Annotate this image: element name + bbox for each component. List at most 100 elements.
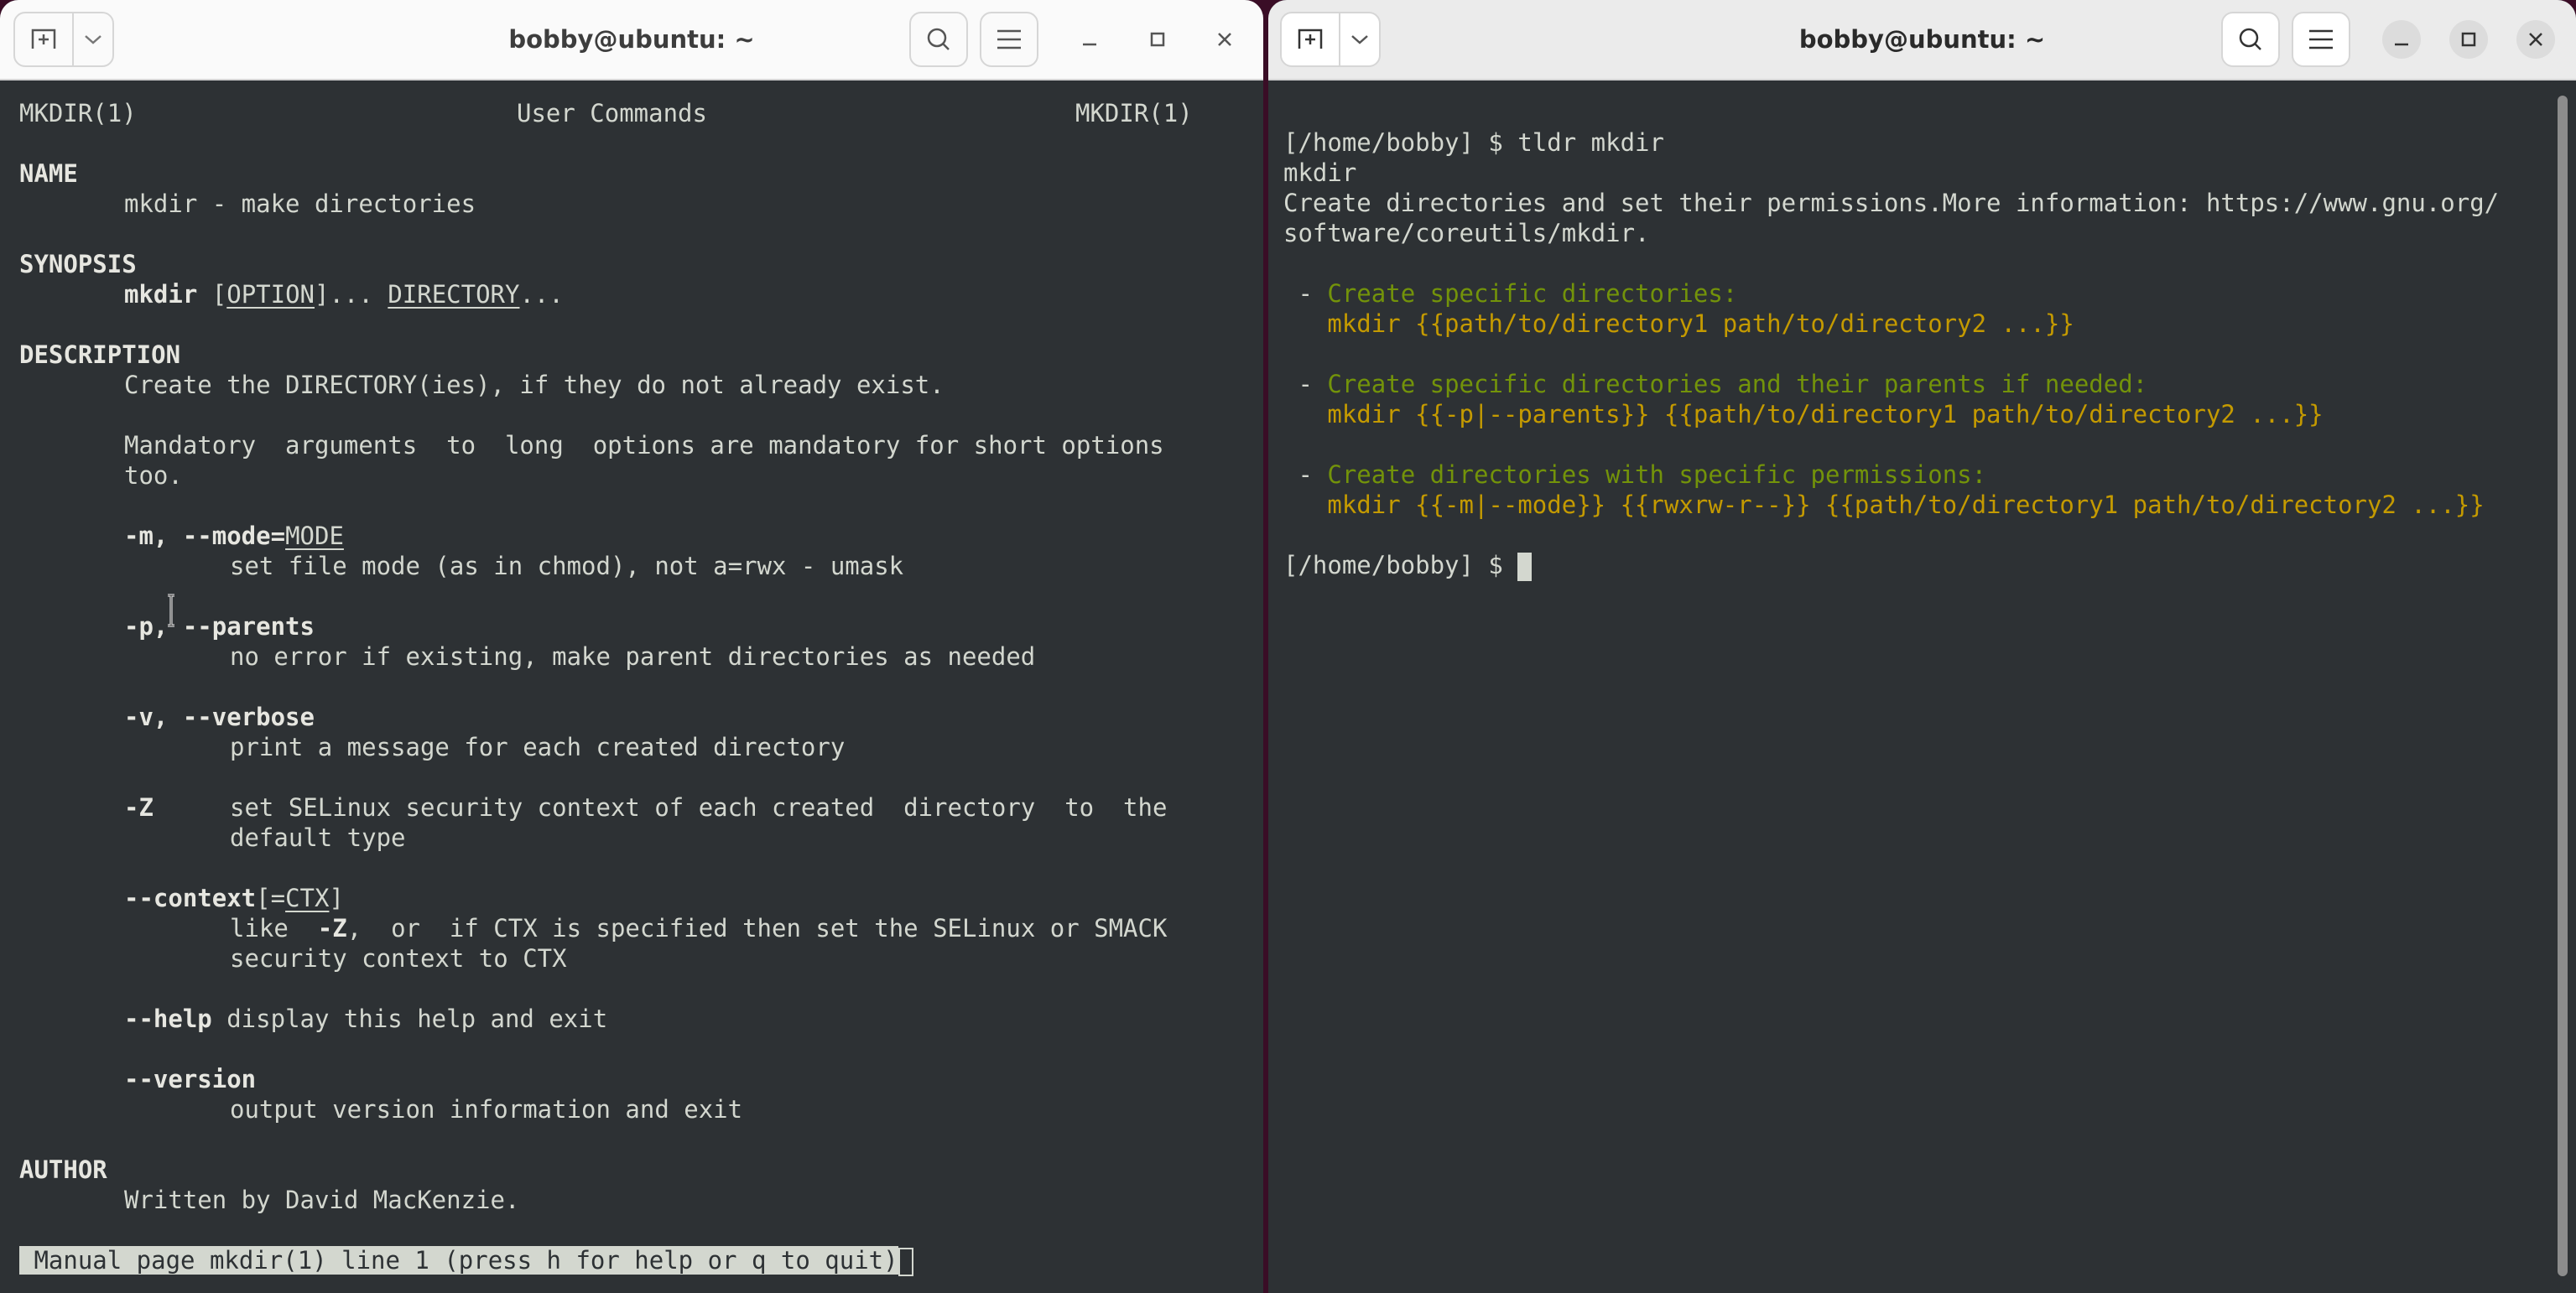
- search-icon: [2237, 26, 2264, 53]
- search-button[interactable]: [2221, 12, 2280, 67]
- scrollbar[interactable]: [2558, 96, 2568, 1276]
- close-icon: [1217, 32, 1232, 47]
- bullet-dash: -: [1283, 370, 1328, 398]
- option-mode-arg: MODE: [285, 522, 344, 550]
- search-button[interactable]: [909, 12, 968, 67]
- headerbar: bobby@ubuntu: ~: [0, 0, 1263, 80]
- option-parents-flag: -p, --parents: [124, 612, 315, 641]
- new-tab-icon: [1297, 29, 1324, 50]
- option-z-desc: default type: [230, 823, 406, 852]
- option-context-desc-text: , or if CTX is specified then set the SE…: [346, 914, 1168, 942]
- hamburger-menu-icon: [2308, 29, 2334, 49]
- option-parents-desc: no error if existing, make parent direct…: [230, 642, 1036, 671]
- synopsis-bracket-close: ]...: [315, 280, 373, 309]
- synopsis-option: OPTION: [226, 280, 315, 309]
- option-version-flag: --version: [124, 1065, 257, 1093]
- maximize-icon: [2461, 32, 2476, 47]
- window-title: bobby@ubuntu: ~: [1798, 25, 2046, 54]
- terminal-content[interactable]: [/home/bobby] $ tldr mkdir mkdir Create …: [1268, 80, 2576, 1293]
- option-context-close: ]: [329, 884, 344, 912]
- example-description-text: Create specific directories and their pa…: [1327, 370, 2148, 398]
- tldr-description: software/coreutils/mkdir.: [1283, 219, 1650, 247]
- maximize-button[interactable]: [2449, 20, 2488, 59]
- menu-button[interactable]: [980, 12, 1038, 67]
- option-context-arg: CTX: [285, 884, 330, 912]
- terminal-content[interactable]: MKDIR(1) User Commands MKDIR(1) NAME mkdir…: [0, 80, 1263, 1293]
- author-text: Written by David MacKenzie.: [124, 1186, 520, 1214]
- hamburger-menu-icon: [997, 29, 1022, 49]
- headerbar: bobby@ubuntu: ~: [1268, 0, 2576, 80]
- tldr-example-command: mkdir {{-p|--parents}} {{path/to/directo…: [1283, 400, 2324, 428]
- minimize-button[interactable]: [2382, 20, 2421, 59]
- tldr-example-description: - Create specific directories:: [1283, 278, 1737, 309]
- synopsis-tail: ...: [519, 280, 564, 309]
- option-verbose-desc: print a message for each created directo…: [230, 733, 846, 761]
- tldr-example-command: mkdir {{path/to/directory1 path/to/direc…: [1283, 309, 2074, 338]
- new-tab-button[interactable]: [15, 13, 74, 65]
- man-header-left: MKDIR(1): [19, 99, 137, 127]
- maximize-icon: [1150, 32, 1165, 47]
- option-context-open: [=: [256, 884, 286, 912]
- option-z-flag: -Z: [124, 793, 154, 822]
- section-heading-description: DESCRIPTION: [19, 340, 181, 369]
- new-tab-button[interactable]: [1282, 13, 1340, 65]
- option-context-desc-text: like: [230, 914, 318, 942]
- maximize-button[interactable]: [1138, 20, 1177, 59]
- name-text: mkdir - make directories: [124, 190, 476, 218]
- section-heading-synopsis: SYNOPSIS: [19, 250, 137, 278]
- minimize-icon: [1082, 32, 1097, 47]
- mouse-ibeam-cursor-icon: [165, 594, 177, 627]
- shell-prompt: [/home/bobby] $: [1283, 551, 1518, 579]
- terminal-window-man: bobby@ubuntu: ~ MKDIR(1) User Commands M…: [0, 0, 1263, 1293]
- close-button[interactable]: [2516, 20, 2555, 59]
- description-line: Mandatory arguments to long options are …: [124, 431, 1164, 460]
- shell-prompt: [/home/bobby] $: [1283, 128, 1518, 157]
- minimize-button[interactable]: [1070, 20, 1109, 59]
- option-verbose-flag: -v, --verbose: [124, 703, 315, 731]
- new-tab-dropdown-button[interactable]: [1340, 13, 1379, 65]
- option-help-desc: display this help and exit: [211, 1005, 608, 1033]
- example-description-text: Create specific directories:: [1327, 279, 1738, 308]
- chevron-down-icon: [84, 34, 102, 45]
- option-context-flag-text: --context: [124, 884, 257, 912]
- command-line: [/home/bobby] $ tldr mkdir: [1283, 127, 1664, 158]
- bullet-dash: -: [1283, 279, 1328, 308]
- man-header-right: MKDIR(1): [1075, 99, 1193, 127]
- tldr-description: Create directories and set their permiss…: [1283, 189, 2500, 217]
- tldr-example-description: - Create directories with specific permi…: [1283, 460, 1986, 490]
- tldr-example-description: - Create specific directories and their …: [1283, 369, 2147, 399]
- new-tab-dropdown-button[interactable]: [74, 13, 112, 65]
- synopsis-command: mkdir: [124, 280, 198, 309]
- section-heading-author: AUTHOR: [19, 1155, 107, 1184]
- man-header-center: User Commands: [517, 99, 707, 127]
- text-cursor: [1517, 553, 1533, 581]
- menu-button[interactable]: [2292, 12, 2350, 67]
- synopsis-bracket-open: [: [211, 280, 227, 309]
- option-version-desc: output version information and exit: [230, 1095, 743, 1124]
- close-button[interactable]: [1205, 20, 1244, 59]
- synopsis-line: mkdir [OPTION]... DIRECTORY...: [124, 279, 564, 309]
- option-context-flag: --context[=CTX]: [124, 883, 344, 913]
- tldr-page-title: mkdir: [1283, 158, 1357, 187]
- description-line: too.: [124, 461, 183, 490]
- option-context-desc: like -Z, or if CTX is specified then set…: [230, 913, 1167, 943]
- man-header: MKDIR(1) User Commands MKDIR(1): [19, 98, 1193, 128]
- option-context-desc-flag: -Z: [317, 914, 347, 942]
- new-tab-split-button: [13, 12, 114, 67]
- option-help-flag: --help: [124, 1005, 212, 1033]
- option-z-desc: set SELinux security context of each cre…: [230, 793, 1168, 822]
- entered-command: tldr mkdir: [1517, 128, 1664, 157]
- description-line: Create the DIRECTORY(ies), if they do no…: [124, 371, 945, 399]
- section-heading-name: NAME: [19, 159, 78, 188]
- current-prompt-line[interactable]: [/home/bobby] $: [1283, 550, 1533, 581]
- chevron-down-icon: [1350, 34, 1369, 45]
- close-icon: [2528, 32, 2543, 47]
- search-icon: [925, 26, 952, 53]
- new-tab-icon: [30, 29, 57, 50]
- new-tab-split-button: [1280, 12, 1381, 67]
- pager-status-text: Manual page mkdir(1) line 1 (press h for…: [19, 1246, 898, 1275]
- example-description-text: Create directories with specific permiss…: [1327, 460, 1987, 489]
- pager-status-line: Manual page mkdir(1) line 1 (press h for…: [19, 1245, 913, 1276]
- option-mode-desc: set file mode (as in chmod), not a=rwx -…: [230, 552, 904, 580]
- bullet-dash: -: [1283, 460, 1328, 489]
